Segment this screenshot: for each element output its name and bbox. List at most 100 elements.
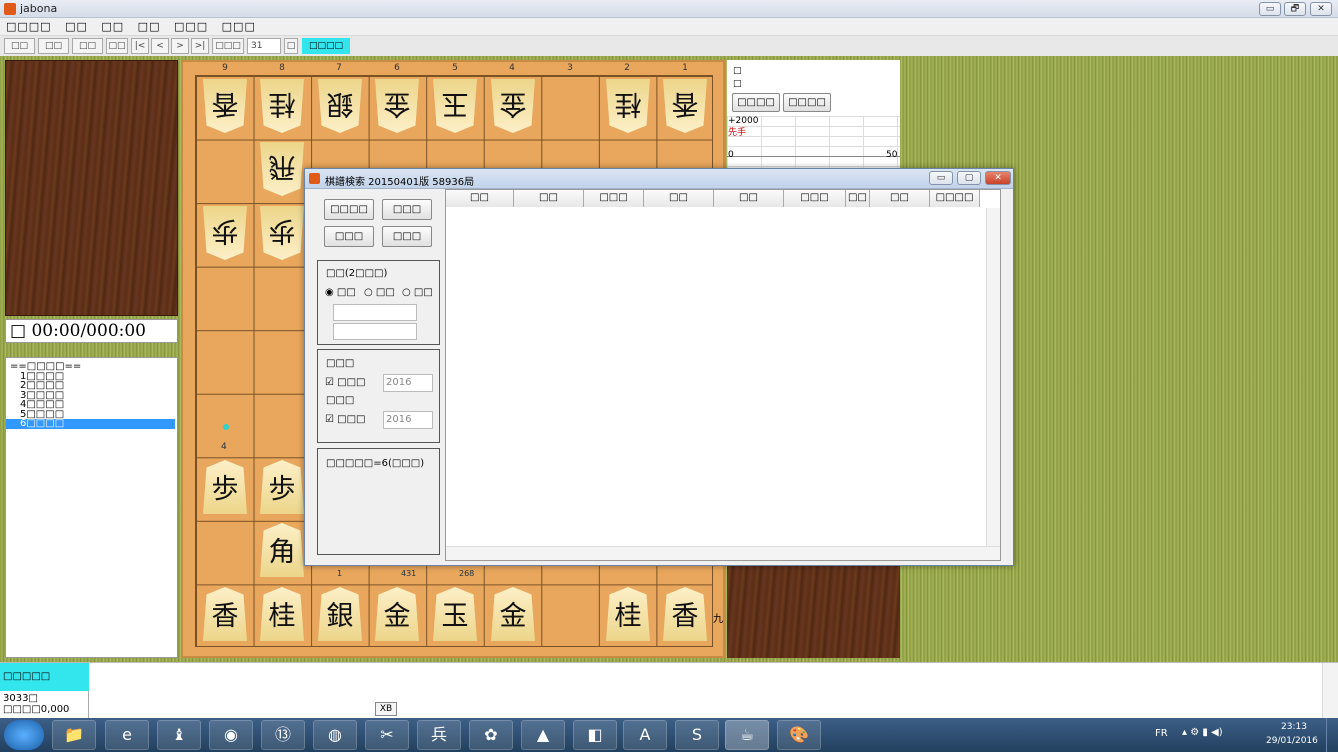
acrobat-icon[interactable]: A (623, 720, 667, 750)
menu-item-4[interactable]: □□ (138, 20, 161, 33)
explorer-icon[interactable]: 📁 (52, 720, 96, 750)
vlc-icon[interactable]: ▲ (521, 720, 565, 750)
kifu-list[interactable]: ==□□□□== 1□□□□ 2□□□□ 3□□□□ 4□□□□ 5□□□□ 6… (5, 357, 178, 658)
minimize-button[interactable]: ▭ (1259, 2, 1281, 16)
chess-icon[interactable]: ♝ (157, 720, 201, 750)
info-checkbox-1[interactable]: □ (733, 66, 742, 76)
results-horizontal-scrollbar[interactable] (446, 546, 1000, 560)
dialog-button-2[interactable]: □□□ (382, 199, 432, 220)
gote-hisha[interactable]: 飛 (260, 142, 304, 196)
radio-option-3[interactable]: ○ □□ (402, 287, 433, 298)
date-from-checkbox[interactable]: ☑ □□□ (325, 377, 366, 388)
sente-kin-4[interactable]: 金 (491, 587, 535, 641)
gote-ou-5[interactable]: 玉 (433, 79, 477, 133)
dialog-title: 棋譜検索 20150401版 58936局 (325, 177, 475, 188)
last-move-button[interactable]: >| (191, 38, 209, 54)
dialog-minimize-button[interactable]: ▭ (929, 171, 953, 185)
date-to-checkbox[interactable]: ☑ □□□ (325, 414, 366, 425)
gote-kyosha-9[interactable]: 香 (203, 79, 247, 133)
date-from-spinner[interactable]: 2016 (383, 374, 433, 392)
dialog-button-3[interactable]: □□□ (324, 226, 374, 247)
shogi-app-icon[interactable]: 兵 (417, 720, 461, 750)
toolbar-button-3[interactable]: □□ (72, 38, 103, 54)
toolbar-button-1[interactable]: □□ (4, 38, 35, 54)
dialog-button-1[interactable]: □□□□ (324, 199, 374, 220)
info-button-2[interactable]: □□□□ (783, 93, 831, 112)
cyan-mode-button[interactable]: □□□□ (302, 38, 350, 54)
info-checkbox-2[interactable]: □ (733, 79, 742, 89)
col-header-9[interactable]: □□□□ (930, 190, 980, 207)
results-table[interactable]: □□ □□ □□□ □□ □□ □□□ □□ □□ □□□□ (445, 189, 1001, 561)
player-name-field-1[interactable] (333, 304, 417, 321)
first-move-button[interactable]: |< (131, 38, 149, 54)
sente-gin-7[interactable]: 銀 (318, 587, 362, 641)
sente-kyosha-9[interactable]: 香 (203, 587, 247, 641)
language-indicator[interactable]: FR (1155, 728, 1168, 739)
gote-gin-7[interactable]: 銀 (318, 79, 362, 133)
radio-option-1[interactable]: ◉ □□ (325, 287, 356, 298)
col-header-1[interactable]: □□ (446, 190, 514, 207)
flower-icon[interactable]: ✿ (469, 720, 513, 750)
sente-keima-2[interactable]: 桂 (606, 587, 650, 641)
show-desktop-button[interactable] (1326, 718, 1338, 752)
app-window-icon[interactable]: ◧ (573, 720, 617, 750)
paint-icon[interactable]: 🎨 (777, 720, 821, 750)
move-number-input[interactable]: 31 (247, 38, 281, 54)
sente-fu-9[interactable]: 歩 (203, 460, 247, 514)
skype-icon[interactable]: S (675, 720, 719, 750)
sente-fu-8[interactable]: 歩 (260, 460, 304, 514)
menu-item-2[interactable]: □□ (65, 20, 88, 33)
arrow-mark-268: 268 (459, 569, 475, 578)
sente-gyoku-5[interactable]: 玉 (433, 587, 477, 641)
java-task-icon[interactable]: ☕ (725, 720, 769, 750)
col-header-3[interactable]: □□□ (584, 190, 644, 207)
restore-button[interactable]: 🗗 (1284, 2, 1306, 16)
gote-fu-9[interactable]: 歩 (203, 206, 247, 260)
col-header-4[interactable]: □□ (644, 190, 714, 207)
sente-kaku[interactable]: 角 (260, 523, 304, 577)
kifu-item-6-selected[interactable]: 6□□□□ (6, 419, 175, 429)
gote-keima-8[interactable]: 桂 (260, 79, 304, 133)
sente-kyosha-1[interactable]: 香 (663, 587, 707, 641)
close-button[interactable]: ✕ (1310, 2, 1332, 16)
col-header-2[interactable]: □□ (514, 190, 584, 207)
menu-item-3[interactable]: □□ (101, 20, 124, 33)
app-13-icon[interactable]: ⑬ (261, 720, 305, 750)
col-header-8[interactable]: □□ (870, 190, 930, 207)
dialog-close-button[interactable]: ✕ (985, 171, 1011, 185)
start-button[interactable] (4, 720, 44, 750)
toolbar-button-4[interactable]: □□ (106, 38, 128, 54)
toolbar-button-2[interactable]: □□ (38, 38, 69, 54)
next-move-button[interactable]: > (171, 38, 189, 54)
menu-item-6[interactable]: □□□ (222, 20, 256, 33)
col-label-2: 2 (624, 63, 630, 73)
radio-option-2[interactable]: ○ □□ (364, 287, 395, 298)
menu-item-5[interactable]: □□□ (174, 20, 208, 33)
date-to-spinner[interactable]: 2016 (383, 411, 433, 429)
sente-keima-8[interactable]: 桂 (260, 587, 304, 641)
toolbar-small-button[interactable]: □ (284, 38, 298, 54)
gote-kin-6[interactable]: 金 (375, 79, 419, 133)
gote-kin-4[interactable]: 金 (491, 79, 535, 133)
firefox-icon[interactable]: ◍ (313, 720, 357, 750)
tray-icons[interactable]: ▴ ⚙ ▮ ◀) (1182, 727, 1223, 738)
col-header-6[interactable]: □□□ (784, 190, 846, 207)
dialog-button-4[interactable]: □□□ (382, 226, 432, 247)
gote-kyosha-1[interactable]: 香 (663, 79, 707, 133)
dialog-maximize-button[interactable]: ▢ (957, 171, 981, 185)
xboard-icon[interactable]: ✂ (365, 720, 409, 750)
sente-kin-6[interactable]: 金 (375, 587, 419, 641)
toolbar-button-jump[interactable]: □□□ (212, 38, 244, 54)
menu-item-1[interactable]: □□□□ (6, 20, 52, 33)
col-header-5[interactable]: □□ (714, 190, 784, 207)
ie-icon[interactable]: e (105, 720, 149, 750)
player-name-field-2[interactable] (333, 323, 417, 340)
gote-fu-8[interactable]: 歩 (260, 206, 304, 260)
col-header-7[interactable]: □□ (846, 190, 870, 207)
prev-move-button[interactable]: < (151, 38, 169, 54)
status-scrollbar[interactable] (1322, 663, 1338, 719)
results-vertical-scrollbar[interactable] (986, 208, 1000, 546)
gote-keima-2[interactable]: 桂 (606, 79, 650, 133)
info-button-1[interactable]: □□□□ (732, 93, 780, 112)
chrome-icon[interactable]: ◉ (209, 720, 253, 750)
